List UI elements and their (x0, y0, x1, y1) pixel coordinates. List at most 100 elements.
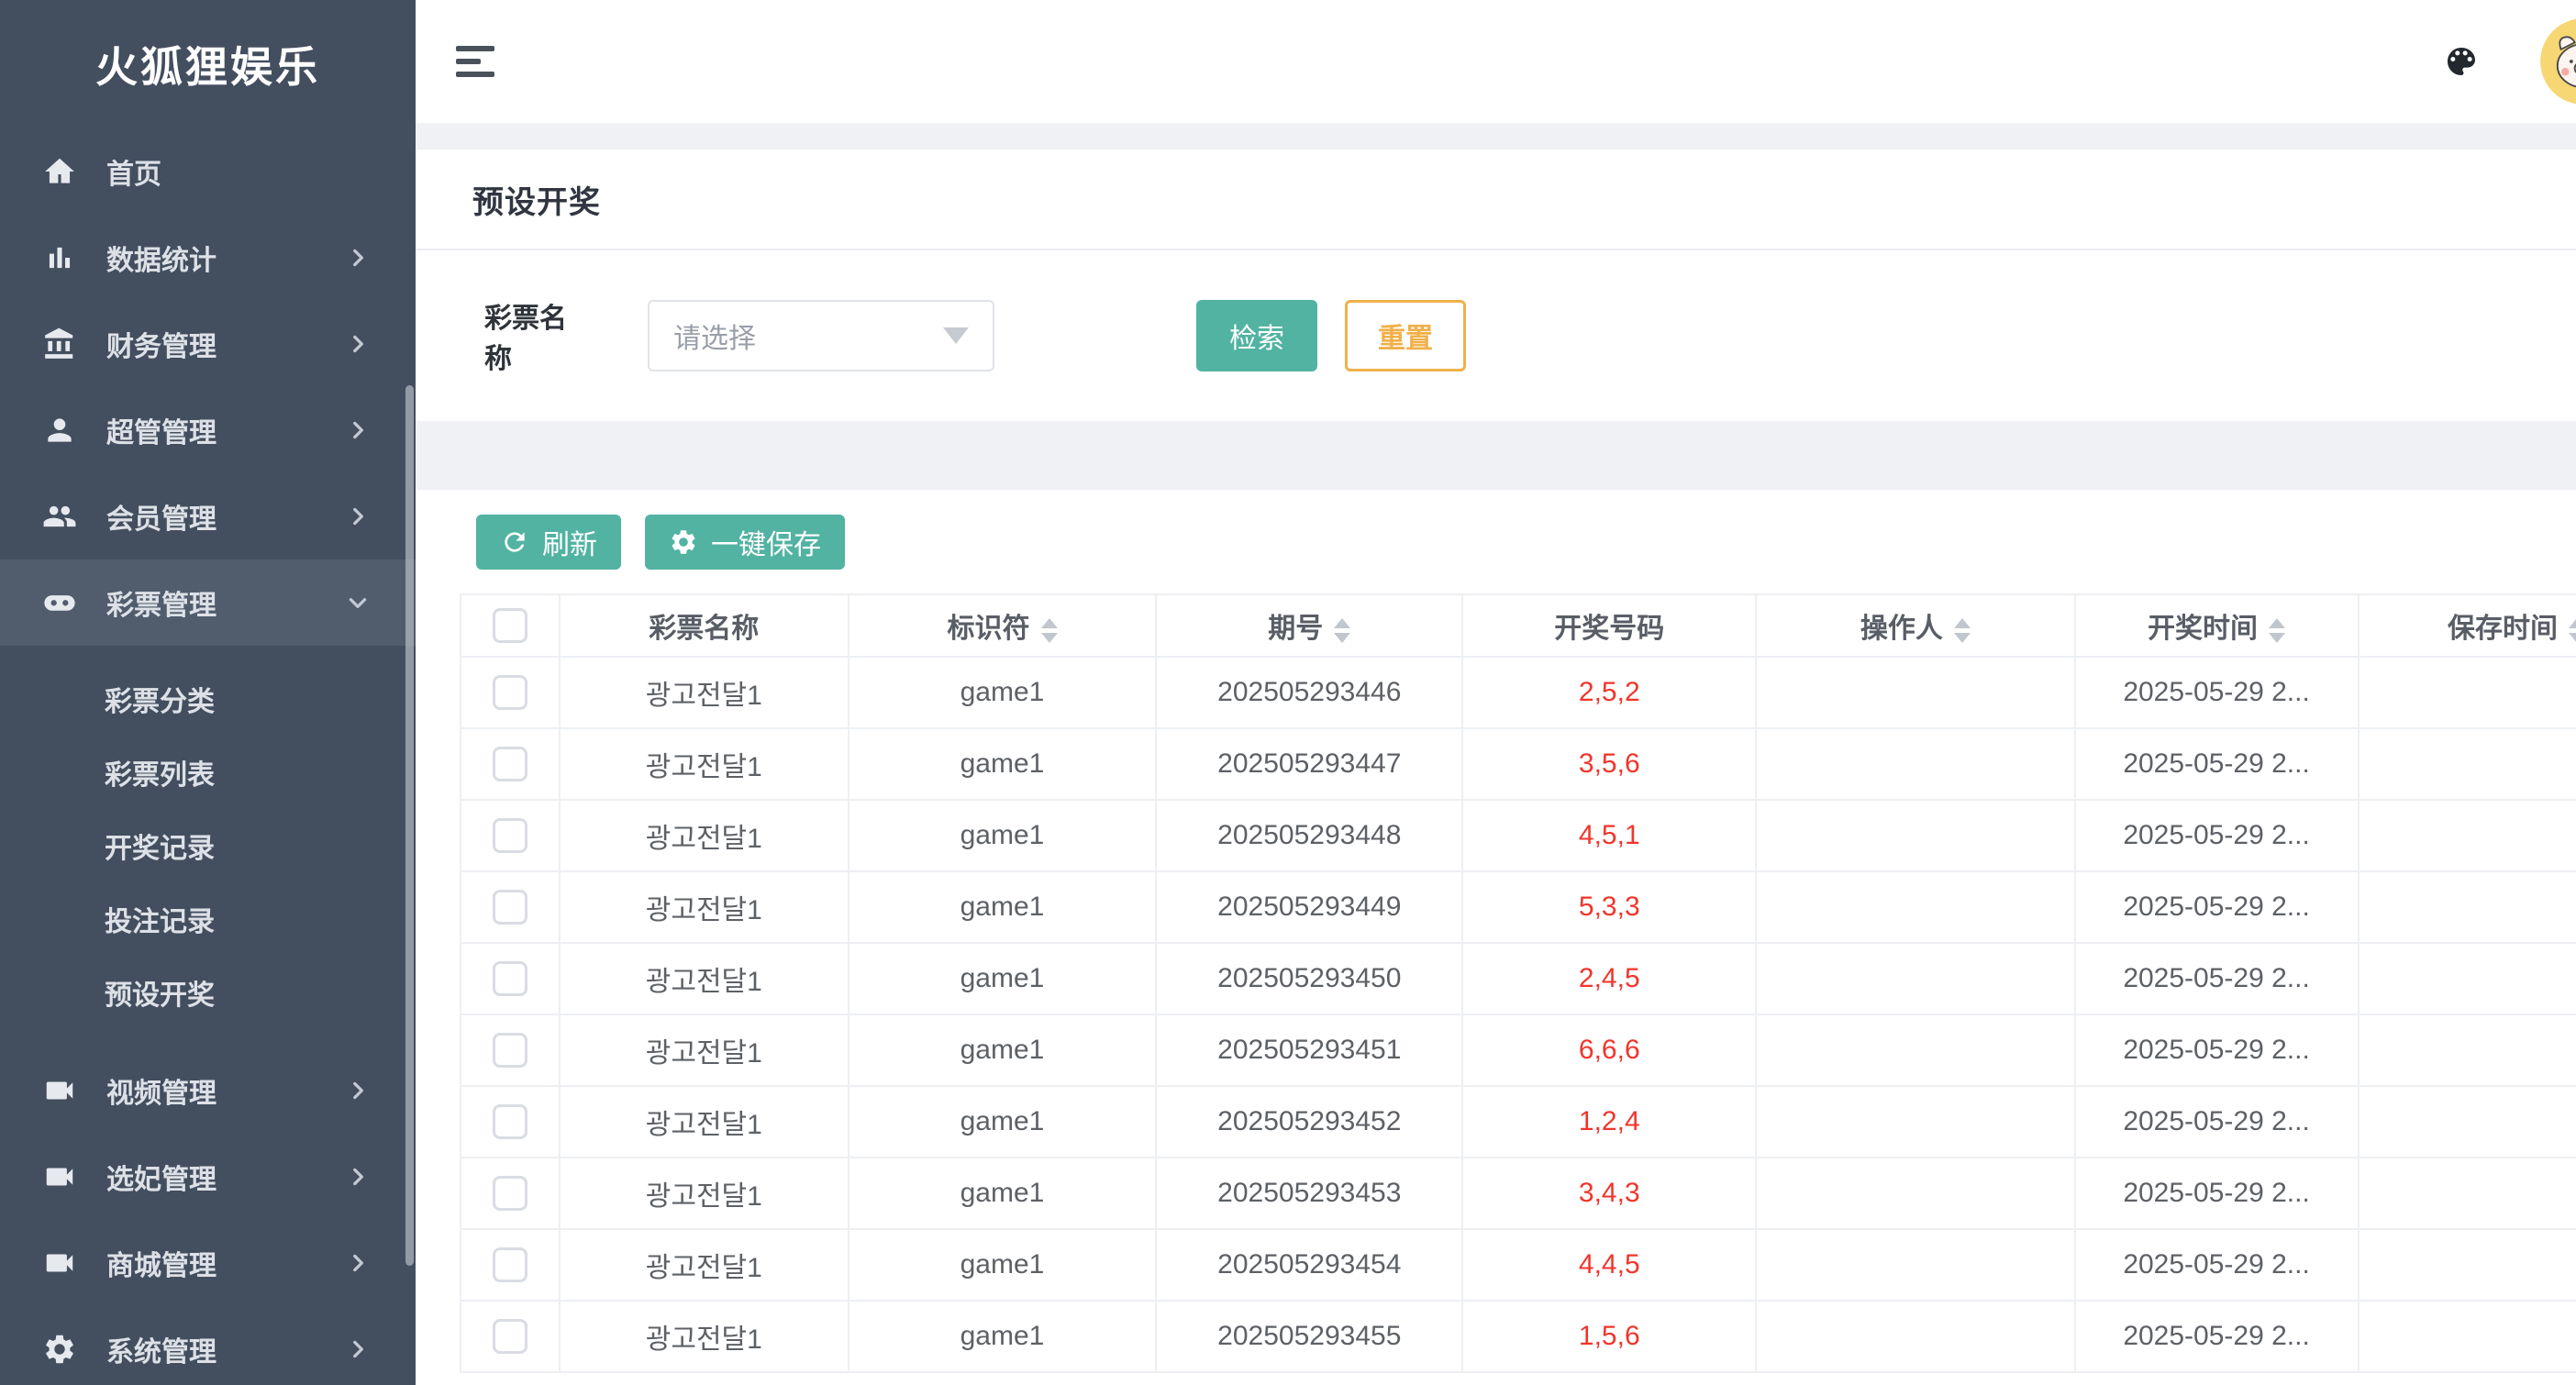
column-header-code[interactable]: 标识符 (849, 594, 1156, 657)
chevron-right-icon (346, 1337, 370, 1361)
gamepad-icon (42, 585, 77, 620)
cell-name: 광고전달1 (560, 1158, 849, 1229)
sort-icon[interactable] (2269, 618, 2285, 643)
cell-draw_time: 2025-05-29 2... (2075, 1301, 2359, 1372)
column-header-save_time[interactable]: 保存时间 (2359, 594, 2576, 657)
cell-draw_time: 2025-05-29 2... (2075, 943, 2359, 1014)
sidebar-item-video[interactable]: 视频管理 (0, 1047, 416, 1134)
sidebar-item-finance[interactable]: 财务管理 (0, 301, 416, 387)
chart-icon (42, 240, 77, 275)
row-checkbox[interactable] (493, 818, 527, 853)
row-checkbox-cell (461, 1014, 560, 1086)
sidebar-item-system[interactable]: 系统管理 (0, 1306, 416, 1385)
menu-toggle-button[interactable] (449, 39, 502, 84)
sidebar-item-mall[interactable]: 商城管理 (0, 1220, 416, 1306)
cell-save_time (2359, 1229, 2576, 1301)
row-checkbox[interactable] (493, 1247, 527, 1282)
sidebar-item-member[interactable]: 会员管理 (0, 473, 416, 560)
sidebar-item-super-admin[interactable]: 超管管理 (0, 387, 416, 473)
sort-icon[interactable] (1334, 618, 1350, 643)
user-avatar[interactable] (2540, 18, 2576, 105)
row-checkbox-cell (461, 1229, 560, 1301)
row-checkbox-cell (461, 1086, 560, 1158)
cell-code: game1 (849, 728, 1156, 800)
reset-button[interactable]: 重置 (1345, 300, 1466, 371)
chevron-right-icon (346, 1165, 370, 1189)
cell-issue: 202505293447 (1156, 728, 1462, 800)
cell-numbers: 3,5,6 (1462, 728, 1756, 800)
cell-issue: 202505293454 (1156, 1229, 1462, 1301)
sort-icon[interactable] (1954, 618, 1971, 643)
column-header-issue[interactable]: 期号 (1156, 594, 1462, 657)
cell-name: 광고전달1 (560, 943, 849, 1014)
sort-icon[interactable] (1041, 618, 1058, 643)
refresh-button[interactable]: 刷新 (476, 515, 621, 570)
search-button[interactable]: 检索 (1196, 300, 1317, 371)
cell-issue: 202505293446 (1156, 657, 1462, 728)
cell-issue: 202505293451 (1156, 1014, 1462, 1086)
row-checkbox[interactable] (493, 1033, 527, 1068)
cell-save_time (2359, 1014, 2576, 1086)
video-icon (42, 1159, 77, 1194)
table-row: 광고전달1game12025052934462,5,22025-05-29 2.… (461, 657, 2576, 728)
sidebar-subitem-lottery-list[interactable]: 彩票列表 (0, 736, 416, 809)
topbar-right: admin【超级管理员】 (2443, 18, 2576, 105)
bank-icon (42, 327, 77, 361)
row-checkbox-cell (461, 800, 560, 871)
sidebar-item-label: 数据统计 (106, 238, 217, 278)
table-row: 광고전달1game12025052934495,3,32025-05-29 2.… (461, 871, 2576, 943)
column-header-operator[interactable]: 操作人 (1756, 594, 2074, 657)
sidebar-subitem-lottery-category[interactable]: 彩票分类 (0, 662, 416, 736)
cell-numbers: 1,2,4 (1462, 1086, 1756, 1158)
save-all-button[interactable]: 一键保存 (645, 515, 845, 570)
cell-numbers: 6,6,6 (1462, 1014, 1756, 1086)
sidebar-subitem-draw-records[interactable]: 开奖记录 (0, 809, 416, 882)
sidebar-scrollbar[interactable] (405, 385, 414, 1266)
cell-draw_time: 2025-05-29 2... (2075, 1158, 2359, 1229)
cell-operator (1756, 657, 2074, 728)
cell-numbers: 5,3,3 (1462, 871, 1756, 943)
column-header-draw_time[interactable]: 开奖时间 (2075, 594, 2359, 657)
cell-operator (1756, 943, 2074, 1014)
video-icon (42, 1246, 77, 1280)
sort-icon[interactable] (2569, 618, 2576, 643)
cell-issue: 202505293452 (1156, 1086, 1462, 1158)
cell-draw_time: 2025-05-29 2... (2075, 1229, 2359, 1301)
sidebar-item-label: 商城管理 (106, 1243, 217, 1283)
row-checkbox[interactable] (493, 1176, 527, 1211)
lottery-name-select[interactable]: 请选择 (648, 300, 994, 371)
sidebar-item-concubine[interactable]: 选妃管理 (0, 1134, 416, 1220)
cell-operator (1756, 1229, 2074, 1301)
row-checkbox[interactable] (493, 675, 527, 710)
row-checkbox[interactable] (493, 747, 527, 781)
cell-name: 광고전달1 (560, 1301, 849, 1372)
sidebar-item-label: 会员管理 (106, 496, 217, 537)
cell-operator (1756, 1301, 2074, 1372)
cell-operator (1756, 800, 2074, 871)
select-all-checkbox[interactable] (493, 608, 527, 643)
row-checkbox[interactable] (493, 961, 527, 996)
users-icon (42, 499, 77, 534)
cell-save_time (2359, 943, 2576, 1014)
cell-code: game1 (849, 1014, 1156, 1086)
theme-palette-icon[interactable] (2443, 43, 2480, 80)
sidebar-item-lottery[interactable]: 彩票管理 (0, 560, 416, 646)
cell-numbers: 2,4,5 (1462, 943, 1756, 1014)
sidebar-subitem-bet-records[interactable]: 投注记录 (0, 882, 416, 956)
cell-draw_time: 2025-05-29 2... (2075, 871, 2359, 943)
cell-code: game1 (849, 1301, 1156, 1372)
table-row: 광고전달1game12025052934521,2,42025-05-29 2.… (461, 1086, 2576, 1158)
sidebar-item-data-stats[interactable]: 数据统计 (0, 215, 416, 301)
row-checkbox[interactable] (493, 890, 527, 925)
row-checkbox-cell (461, 657, 560, 728)
cell-save_time (2359, 657, 2576, 728)
row-checkbox[interactable] (493, 1319, 527, 1354)
refresh-icon (500, 527, 529, 557)
cell-draw_time: 2025-05-29 2... (2075, 657, 2359, 728)
row-checkbox[interactable] (493, 1104, 527, 1139)
sidebar-subitem-preset-draw[interactable]: 预设开奖 (0, 956, 416, 1029)
sidebar-item-home[interactable]: 首页 (0, 128, 416, 215)
cell-issue: 202505293450 (1156, 943, 1462, 1014)
cell-draw_time: 2025-05-29 2... (2075, 1086, 2359, 1158)
chevron-right-icon (346, 332, 370, 356)
